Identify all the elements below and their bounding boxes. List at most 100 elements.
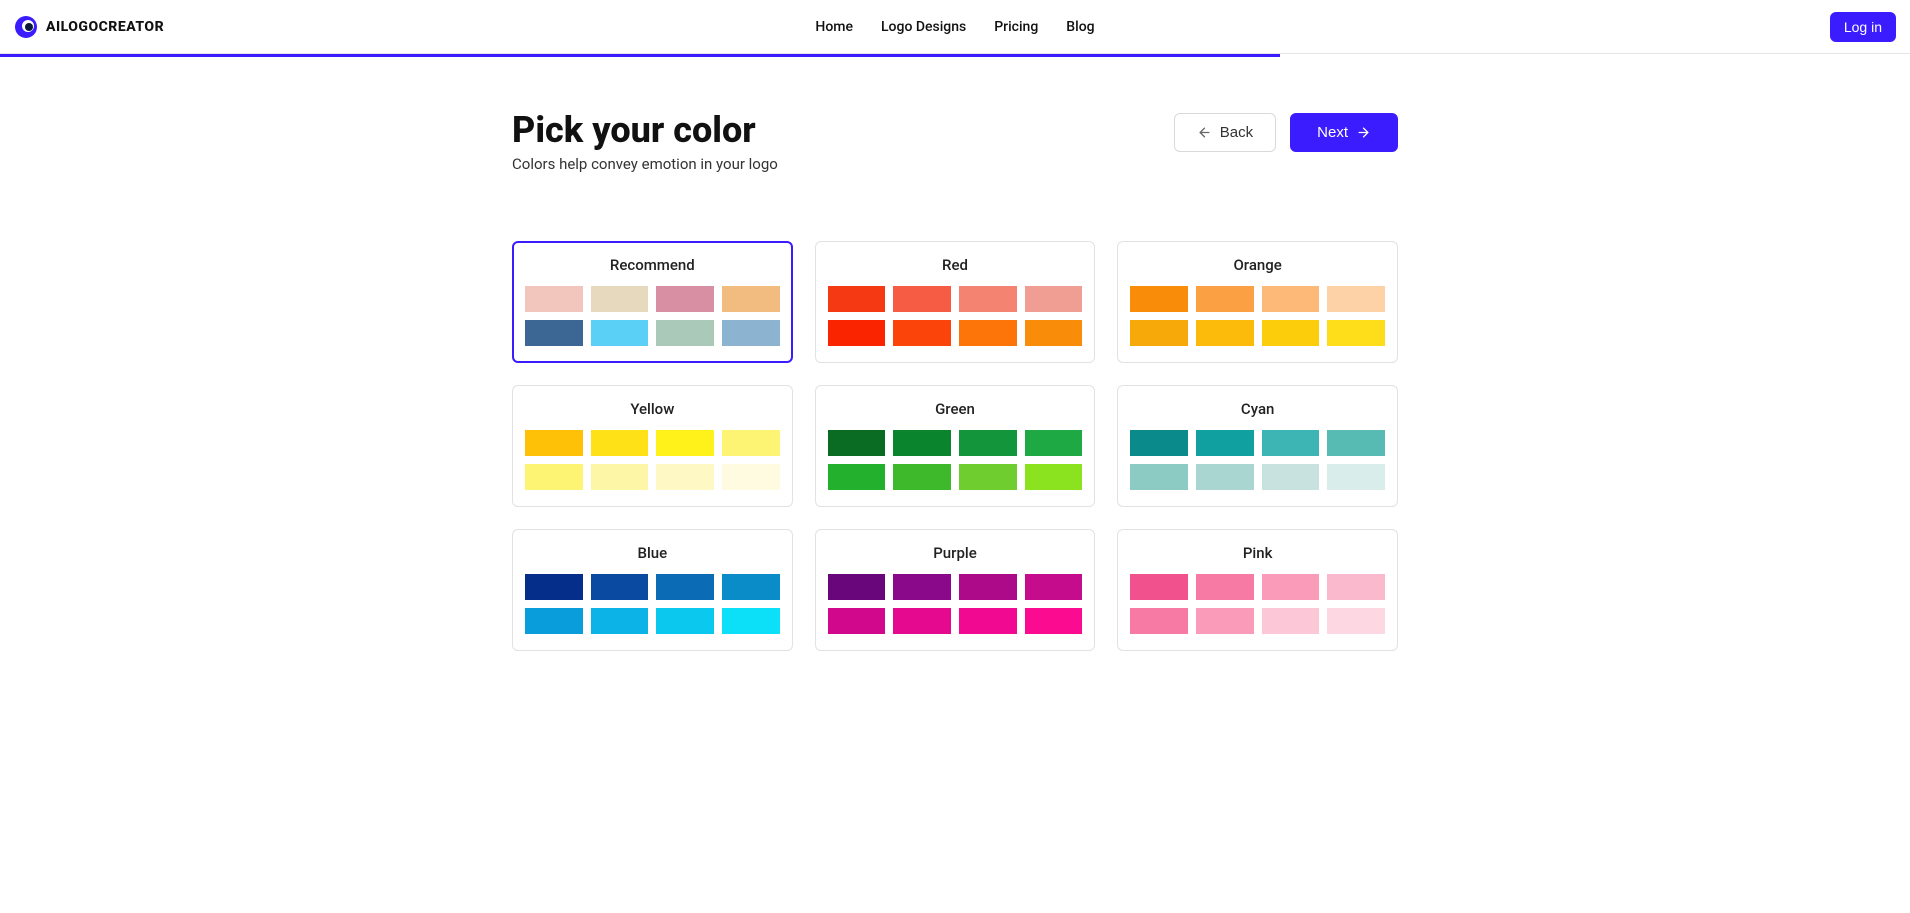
color-swatch [1196,286,1254,312]
color-swatch [1130,286,1188,312]
arrow-right-icon [1356,125,1371,140]
color-swatch [1262,464,1320,490]
nav-logo-designs[interactable]: Logo Designs [881,19,966,35]
color-swatch [1262,608,1320,634]
color-group-card[interactable]: Recommend [512,241,793,363]
swatch-grid [1130,286,1385,346]
color-group-card[interactable]: Yellow [512,385,793,507]
color-swatch [959,286,1017,312]
progress-bar [0,54,1910,57]
color-swatch [1327,574,1385,600]
color-swatch [828,574,886,600]
color-swatch [1327,464,1385,490]
color-swatch [656,464,714,490]
color-swatch [656,608,714,634]
nav-pricing[interactable]: Pricing [994,19,1038,35]
color-swatch [591,286,649,312]
color-swatch [591,430,649,456]
color-group-grid: Recommend Red Orange Yellow Green Cyan Blue Pur… [512,241,1398,651]
color-swatch [525,320,583,346]
next-button[interactable]: Next [1290,113,1398,152]
brand-name: AILOGOCREATOR [46,19,164,35]
swatch-grid [525,574,780,634]
color-swatch [1196,320,1254,346]
color-swatch [1262,286,1320,312]
color-group-card[interactable]: Pink [1117,529,1398,651]
color-swatch [1130,608,1188,634]
color-swatch [828,430,886,456]
color-swatch [1025,574,1083,600]
color-swatch [656,286,714,312]
color-swatch [591,464,649,490]
color-swatch [959,608,1017,634]
login-button[interactable]: Log in [1830,12,1896,42]
color-swatch [722,320,780,346]
color-group-card[interactable]: Orange [1117,241,1398,363]
color-swatch [1130,320,1188,346]
page-subtitle: Colors help convey emotion in your logo [512,155,778,173]
color-swatch [591,608,649,634]
color-swatch [1025,608,1083,634]
color-swatch [1327,286,1385,312]
color-swatch [1025,286,1083,312]
color-group-title: Red [828,256,1083,274]
color-swatch [525,430,583,456]
swatch-grid [828,286,1083,346]
color-swatch [1130,430,1188,456]
nav-home[interactable]: Home [815,19,853,35]
color-swatch [828,464,886,490]
color-swatch [1025,430,1083,456]
color-swatch [1262,574,1320,600]
color-swatch [1327,320,1385,346]
color-swatch [893,430,951,456]
color-swatch [525,286,583,312]
progress-fill [0,54,1280,57]
color-group-card[interactable]: Cyan [1117,385,1398,507]
color-swatch [1196,430,1254,456]
color-group-card[interactable]: Green [815,385,1096,507]
color-swatch [959,430,1017,456]
color-swatch [828,320,886,346]
color-swatch [722,430,780,456]
color-swatch [722,464,780,490]
color-swatch [1262,320,1320,346]
color-swatch [1196,464,1254,490]
color-swatch [959,320,1017,346]
color-group-title: Blue [525,544,780,562]
color-group-card[interactable]: Purple [815,529,1096,651]
color-swatch [1196,608,1254,634]
swatch-grid [828,574,1083,634]
color-swatch [893,464,951,490]
color-swatch [1327,608,1385,634]
color-swatch [722,286,780,312]
color-group-title: Pink [1130,544,1385,562]
color-swatch [656,430,714,456]
color-swatch [656,574,714,600]
color-swatch [722,574,780,600]
color-swatch [1025,464,1083,490]
color-group-title: Yellow [525,400,780,418]
color-group-title: Orange [1130,256,1385,274]
color-swatch [525,574,583,600]
color-swatch [893,608,951,634]
color-swatch [1196,574,1254,600]
color-group-card[interactable]: Red [815,241,1096,363]
back-button[interactable]: Back [1174,113,1276,152]
color-group-card[interactable]: Blue [512,529,793,651]
brand-logo-icon [14,15,38,39]
color-swatch [893,286,951,312]
page-title: Pick your color [512,109,778,151]
swatch-grid [1130,574,1385,634]
color-swatch [591,320,649,346]
color-swatch [893,320,951,346]
nav-blog[interactable]: Blog [1066,19,1094,35]
color-group-title: Recommend [525,256,780,274]
main-nav: Home Logo Designs Pricing Blog [815,19,1094,35]
swatch-grid [525,286,780,346]
brand: AILOGOCREATOR [14,15,164,39]
color-swatch [525,464,583,490]
color-swatch [1025,320,1083,346]
color-swatch [722,608,780,634]
color-group-title: Cyan [1130,400,1385,418]
color-swatch [959,574,1017,600]
